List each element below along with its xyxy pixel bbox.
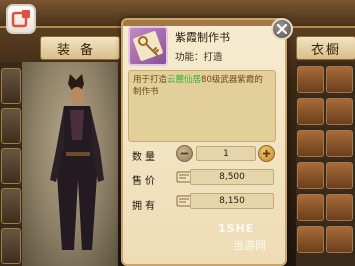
price-value: 8,500 bbox=[190, 169, 274, 185]
equip-slot[interactable] bbox=[1, 148, 21, 184]
item-icon bbox=[128, 26, 168, 66]
owned-label: 拥有 bbox=[132, 201, 158, 212]
inventory-slot[interactable] bbox=[297, 194, 324, 221]
item-function: 功能：打造 bbox=[175, 52, 223, 63]
home-icon bbox=[11, 10, 30, 28]
description-prefix: 用于打造 bbox=[133, 75, 168, 85]
increase-quantity-button[interactable] bbox=[258, 145, 275, 162]
close-button[interactable] bbox=[271, 18, 293, 40]
inventory-slot[interactable] bbox=[297, 162, 324, 189]
quantity-input[interactable]: 1 bbox=[196, 146, 256, 161]
equip-slot[interactable] bbox=[1, 68, 21, 104]
quantity-label: 数量 bbox=[132, 152, 158, 163]
tab-wardrobe[interactable]: 衣橱 bbox=[296, 36, 355, 60]
inventory-slot[interactable] bbox=[297, 130, 324, 157]
equip-slot[interactable] bbox=[1, 228, 21, 264]
inventory-slot[interactable] bbox=[326, 226, 353, 253]
watermark-logo: 1SHE bbox=[218, 222, 255, 235]
close-icon bbox=[276, 23, 288, 35]
inventory-slot[interactable] bbox=[326, 162, 353, 189]
inventory-slot[interactable] bbox=[326, 66, 353, 93]
plus-icon bbox=[262, 149, 271, 158]
inventory-slot[interactable] bbox=[297, 98, 324, 125]
inventory-grid bbox=[296, 62, 355, 266]
equip-slot[interactable] bbox=[1, 108, 21, 144]
item-description: 用于打造云麓仙居80级武器紫霞的制作书 bbox=[128, 70, 276, 142]
inventory-slot[interactable] bbox=[297, 66, 324, 93]
tab-equipment[interactable]: 装备 bbox=[40, 36, 120, 60]
owned-value: 8,150 bbox=[190, 193, 274, 209]
equip-slot[interactable] bbox=[1, 188, 21, 224]
inventory-slot[interactable] bbox=[326, 130, 353, 157]
inventory-slot[interactable] bbox=[297, 226, 324, 253]
minus-icon bbox=[180, 152, 189, 155]
character-figure[interactable] bbox=[34, 70, 118, 260]
price-label: 售价 bbox=[132, 176, 158, 187]
description-highlight: 云麓仙居 bbox=[167, 75, 202, 85]
item-name: 紫霞制作书 bbox=[175, 31, 230, 44]
inventory-slot[interactable] bbox=[326, 98, 353, 125]
left-slot-rail bbox=[0, 62, 22, 266]
watermark-text: 当游网 bbox=[233, 239, 266, 252]
inventory-slot[interactable] bbox=[326, 194, 353, 221]
home-button[interactable] bbox=[6, 4, 36, 34]
scroll-key-icon bbox=[133, 31, 163, 61]
decrease-quantity-button[interactable] bbox=[176, 145, 193, 162]
